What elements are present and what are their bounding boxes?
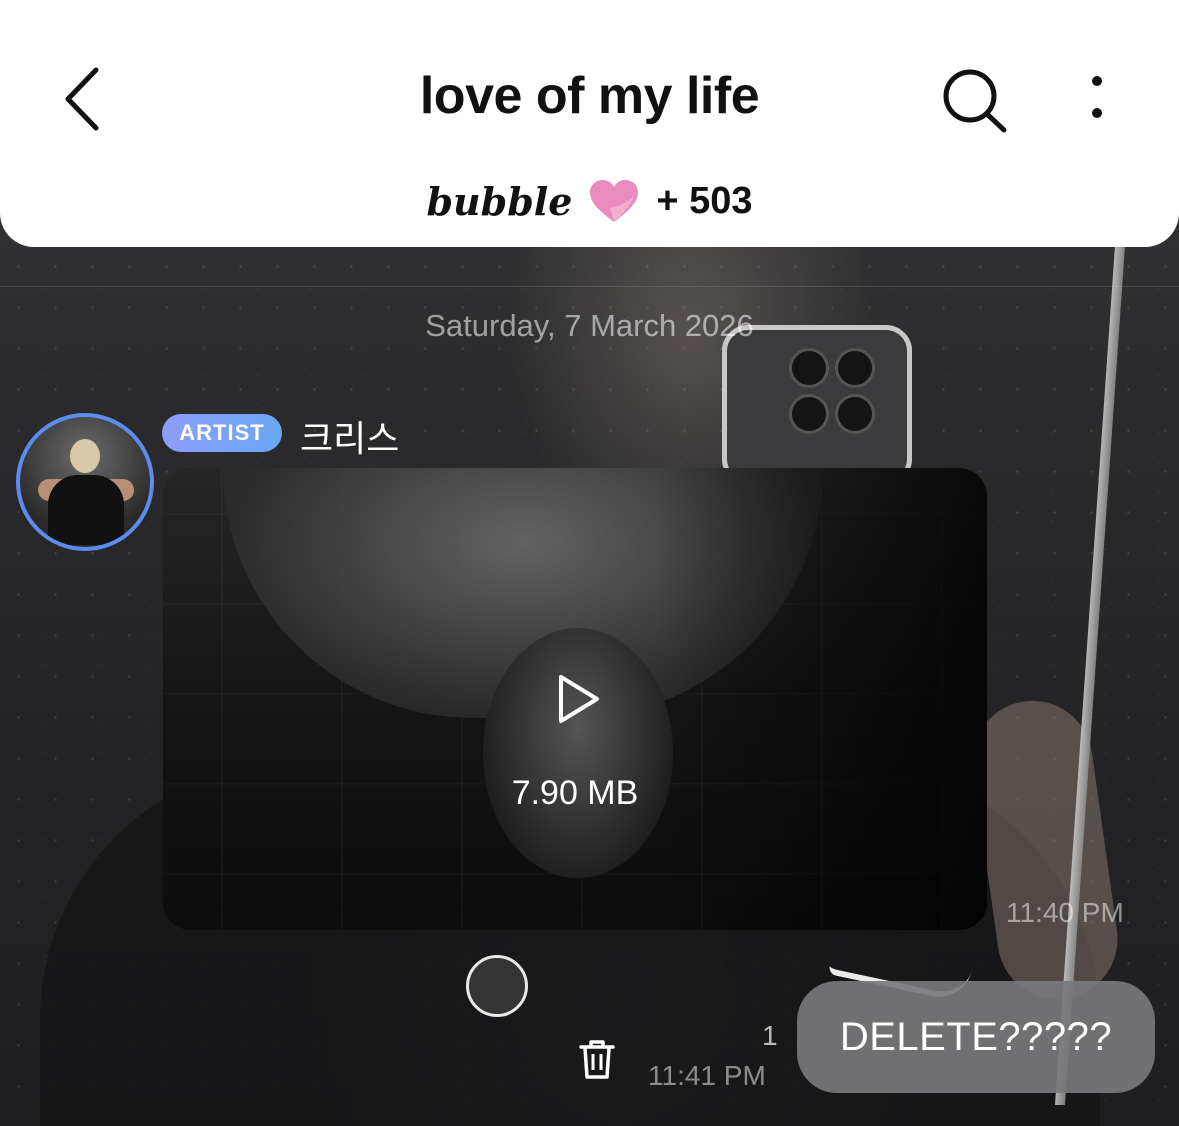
header-subtitle: bubble + 503 xyxy=(0,178,1179,224)
incoming-timestamp: 11:40 PM xyxy=(1006,897,1124,928)
trash-icon[interactable] xyxy=(578,1038,616,1080)
date-divider: Saturday, 7 March 2026 xyxy=(425,308,754,343)
background-phone-shape xyxy=(722,325,912,485)
video-message[interactable]: 7.90 MB xyxy=(163,468,987,930)
brand-label: bubble xyxy=(426,178,573,224)
chat-header: love of my life bubble + 503 xyxy=(0,0,1179,247)
video-thumbnail-head xyxy=(483,628,673,878)
unread-count: 1 xyxy=(762,1020,778,1051)
play-icon[interactable] xyxy=(555,673,601,725)
avatar[interactable] xyxy=(16,413,154,551)
background-shirt-logo xyxy=(466,955,528,1017)
search-button[interactable] xyxy=(940,68,1010,134)
outgoing-message-bubble[interactable]: DELETE????? xyxy=(797,981,1155,1093)
subscriber-count: + 503 xyxy=(656,179,753,222)
video-thumbnail-shade xyxy=(657,468,987,930)
heart-icon xyxy=(590,180,639,222)
outgoing-timestamp: 11:41 PM xyxy=(648,1060,766,1091)
more-options-button[interactable] xyxy=(1082,72,1112,128)
artist-badge: ARTIST xyxy=(162,414,282,452)
search-icon xyxy=(943,69,1007,133)
video-file-size: 7.90 MB xyxy=(511,774,639,812)
divider-line xyxy=(0,286,1179,287)
sender-name: 크리스 xyxy=(300,419,400,460)
